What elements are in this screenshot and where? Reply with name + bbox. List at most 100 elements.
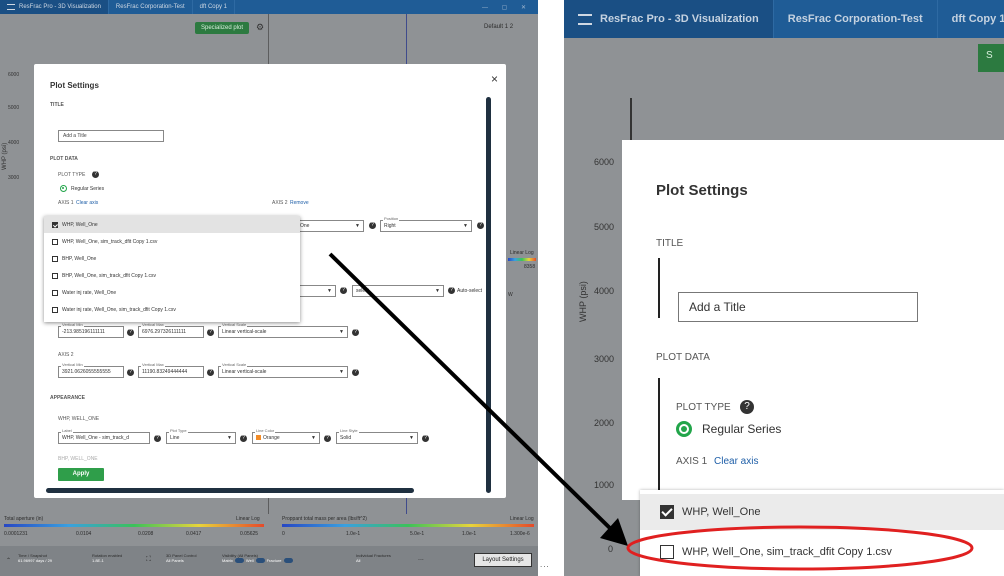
- gear-icon[interactable]: ⚙: [256, 22, 264, 33]
- vertical-min-label: Vertical Min: [61, 322, 84, 327]
- zoom-regular-series-radio[interactable]: [676, 421, 692, 437]
- more-icon[interactable]: ...: [418, 555, 424, 562]
- zoom-title-input[interactable]: Add a Title: [678, 292, 918, 322]
- zoom-tab-app[interactable]: ResFrac Pro - 3D Visualization: [564, 0, 774, 38]
- zoom-axis1-label: AXIS 1: [676, 456, 708, 467]
- checkbox-icon[interactable]: [660, 545, 674, 559]
- axis2-vertical-max[interactable]: Vertical Max 11190.83249444444: [138, 362, 204, 378]
- help-icon[interactable]: ?: [207, 329, 214, 336]
- log-label[interactable]: Log: [525, 250, 533, 256]
- y-axis-label: WHP (psi): [2, 142, 8, 170]
- help-icon[interactable]: ?: [324, 435, 331, 442]
- axis1-vertical-max[interactable]: Vertical Max 6976.297326111111: [138, 322, 204, 338]
- zoom-tab-simulation[interactable]: dft Copy 1: [938, 0, 1004, 38]
- checkbox-icon[interactable]: [52, 255, 58, 262]
- regular-series-radio[interactable]: [60, 185, 67, 192]
- right-colorbar-tick: 5.0e-1: [410, 531, 425, 537]
- dropdown-item[interactable]: Water inj rate, Well_One: [44, 284, 300, 301]
- linear-label[interactable]: Linear: [510, 516, 524, 522]
- menu-icon[interactable]: [578, 13, 592, 25]
- axis2-series-select[interactable]: ▼: [296, 285, 336, 297]
- linear-label[interactable]: Linear: [236, 516, 250, 522]
- line-style-select[interactable]: Line Style Solid ▼: [336, 428, 418, 444]
- default-layout-selector[interactable]: Default 1 2: [484, 24, 513, 30]
- apply-button[interactable]: Apply: [58, 468, 104, 481]
- help-icon[interactable]: ?: [207, 369, 214, 376]
- zoom-specialized-plot-button[interactable]: S: [978, 44, 1004, 72]
- menu-icon[interactable]: [7, 4, 15, 10]
- clear-axis-link[interactable]: Clear axis: [76, 200, 98, 206]
- close-icon[interactable]: ×: [491, 72, 498, 86]
- dropdown-item[interactable]: BHP, Well_One, sim_track_dfit Copy 1.csv: [44, 267, 300, 284]
- zoom-dropdown-item[interactable]: WHP, Well_One, sim_track_dfit Copy 1.csv: [640, 534, 1004, 570]
- tab-project[interactable]: ResFrac Corporation-Test: [109, 0, 193, 14]
- tab-simulation[interactable]: dft Copy 1: [193, 0, 235, 14]
- matrix-toggle[interactable]: [234, 558, 244, 563]
- layout-1[interactable]: 1: [505, 24, 508, 30]
- specialized-plot-button[interactable]: Specialized plot: [195, 22, 250, 34]
- left-colorbar-tick: 0.0417: [186, 531, 202, 537]
- help-icon[interactable]: ?: [240, 435, 247, 442]
- dropdown-item[interactable]: WHP, Well_One: [44, 216, 300, 233]
- help-icon[interactable]: ?: [352, 369, 359, 376]
- zoom-tab-project[interactable]: ResFrac Corporation-Test: [774, 0, 938, 38]
- axis1-vertical-min[interactable]: Vertical Min -213.985196111111: [58, 322, 124, 338]
- position-select[interactable]: Position Right ▼: [380, 216, 472, 232]
- zoom-series-dropdown: WHP, Well_One WHP, Well_One, sim_track_d…: [640, 490, 1004, 576]
- panel-control[interactable]: 3D Panel Control All Panels: [166, 553, 196, 563]
- title-placeholder: Add a Title: [63, 133, 87, 139]
- axis2-vertical-scale[interactable]: Vertical Scale Linear vertical-scale ▼: [218, 362, 348, 378]
- checkbox-checked-icon[interactable]: [660, 505, 674, 519]
- chevron-up-icon[interactable]: ⌃: [6, 557, 11, 564]
- log-label[interactable]: Log: [251, 516, 259, 522]
- help-icon[interactable]: ?: [127, 329, 134, 336]
- series-label-input[interactable]: Label WHP, Well_One - sim_track_d: [58, 428, 150, 444]
- axis2-vertical-min[interactable]: Vertical Min 3921.0626055555555: [58, 362, 124, 378]
- help-icon[interactable]: ?: [92, 171, 99, 178]
- regular-series-label: Regular Series: [71, 186, 105, 192]
- rotation-control[interactable]: Rotation enabled 1.8E-1: [92, 553, 122, 563]
- checkbox-icon[interactable]: [52, 289, 58, 296]
- axis1-vertical-scale[interactable]: Vertical Scale Linear vertical-scale ▼: [218, 322, 348, 338]
- help-icon[interactable]: ?: [352, 329, 359, 336]
- checkbox-icon[interactable]: [52, 306, 58, 313]
- fracture-toggle[interactable]: [283, 558, 293, 563]
- zoom-help-icon[interactable]: ?: [740, 400, 754, 414]
- expand-icon[interactable]: ⛶: [146, 556, 151, 564]
- help-icon[interactable]: ?: [369, 222, 376, 229]
- individual-fractures-control[interactable]: Individual Fractures All: [356, 553, 391, 563]
- axis1-label: AXIS 1: [58, 200, 74, 206]
- tab-app[interactable]: ResFrac Pro - 3D Visualization: [0, 0, 109, 14]
- series-select[interactable]: One ▼: [296, 220, 364, 232]
- remove-axis-link[interactable]: Remove: [290, 200, 309, 206]
- zoom-clear-axis-link[interactable]: Clear axis: [714, 456, 758, 467]
- checkbox-icon[interactable]: [52, 238, 58, 245]
- checkbox-icon[interactable]: [52, 272, 58, 279]
- help-icon[interactable]: ?: [154, 435, 161, 442]
- horizontal-scrollbar[interactable]: [46, 488, 414, 493]
- checkbox-checked-icon[interactable]: [52, 221, 58, 228]
- help-icon[interactable]: ?: [448, 287, 455, 294]
- time-snapshot-control[interactable]: Time / Snapshot 61.96997 days / 29: [18, 553, 52, 563]
- title-input[interactable]: Add a Title: [58, 130, 164, 142]
- auto-select-label[interactable]: Auto-select: [457, 288, 482, 294]
- plot-type-select[interactable]: Plot Type Line ▼: [166, 428, 236, 444]
- dropdown-item[interactable]: WHP, Well_One, sim_track_dfit Copy 1.csv: [44, 233, 300, 250]
- help-icon[interactable]: ?: [127, 369, 134, 376]
- line-color-select[interactable]: Line Color Orange ▼: [252, 428, 320, 444]
- dropdown-item[interactable]: Water inj rate, Well_One, sim_track_dfit…: [44, 301, 300, 318]
- zoom-dropdown-item[interactable]: WHP, Well_One: [640, 494, 1004, 530]
- dropdown-item[interactable]: BHP, Well_One: [44, 250, 300, 267]
- well-toggle[interactable]: [255, 558, 265, 563]
- log-label[interactable]: Log: [525, 516, 533, 522]
- help-icon[interactable]: ?: [477, 222, 484, 229]
- layout-settings-button[interactable]: Layout Settings: [474, 553, 532, 567]
- axis2-position-select[interactable]: select ▼: [352, 285, 444, 297]
- right-plot-linear-log: Linear Log: [510, 250, 534, 256]
- window-controls[interactable]: — ▢ ✕: [482, 4, 538, 11]
- help-icon[interactable]: ?: [340, 287, 347, 294]
- vertical-scrollbar[interactable]: [486, 97, 491, 493]
- help-icon[interactable]: ?: [422, 435, 429, 442]
- linear-label[interactable]: Linear: [510, 250, 524, 256]
- layout-2[interactable]: 2: [510, 24, 513, 30]
